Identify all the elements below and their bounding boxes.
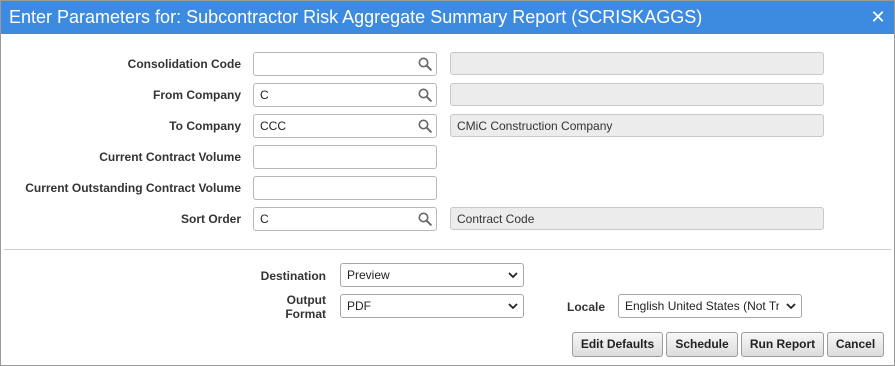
section-divider <box>4 249 891 250</box>
destination-select[interactable]: Preview <box>340 263 524 287</box>
current-outstanding-contract-volume-label: Current Outstanding Contract Volume <box>25 181 241 195</box>
destination-label: Destination <box>260 269 326 283</box>
to-company-label: To Company <box>169 119 241 133</box>
cancel-button[interactable]: Cancel <box>827 332 884 357</box>
current-contract-volume-field[interactable] <box>253 145 437 169</box>
schedule-button[interactable]: Schedule <box>666 332 738 357</box>
output-format-label-line2: Format <box>285 307 326 321</box>
from-company-input[interactable] <box>254 84 436 106</box>
sort-order-label: Sort Order <box>180 212 241 226</box>
current-contract-volume-label: Current Contract Volume <box>99 150 241 164</box>
parameters-dialog: Enter Parameters for: Subcontractor Risk… <box>0 0 895 366</box>
from-company-field[interactable] <box>253 83 437 107</box>
current-outstanding-contract-volume-input[interactable] <box>254 177 436 199</box>
destination-selected-value: Preview <box>347 268 390 282</box>
sort-order-description: Contract Code <box>450 207 824 230</box>
title-bar[interactable]: Enter Parameters for: Subcontractor Risk… <box>1 1 894 34</box>
run-report-button[interactable]: Run Report <box>741 332 824 357</box>
edit-defaults-button[interactable]: Edit Defaults <box>572 332 663 357</box>
consolidation-code-label: Consolidation Code <box>127 57 241 71</box>
from-company-label: From Company <box>152 88 241 102</box>
chevron-down-icon <box>508 272 518 279</box>
to-company-input[interactable] <box>254 115 436 137</box>
locale-label: Locale <box>566 300 605 314</box>
search-icon[interactable] <box>418 119 432 133</box>
consolidation-code-field[interactable] <box>253 52 437 76</box>
from-company-description <box>450 83 824 106</box>
close-icon[interactable]: ✕ <box>869 7 887 27</box>
consolidation-code-description <box>450 52 824 75</box>
locale-selected-value: English United States (Not Tr <box>625 299 779 313</box>
output-format-label: Output Format <box>86 293 326 321</box>
search-icon[interactable] <box>418 88 432 102</box>
search-icon[interactable] <box>418 212 432 226</box>
dialog-title: Enter Parameters for: Subcontractor Risk… <box>9 7 703 27</box>
output-format-label-line1: Output <box>286 293 326 307</box>
sort-order-field[interactable] <box>253 207 437 231</box>
locale-select[interactable]: English United States (Not Tr <box>618 294 802 318</box>
consolidation-code-input[interactable] <box>254 53 436 75</box>
to-company-description: CMiC Construction Company <box>450 114 824 137</box>
sort-order-input[interactable] <box>254 208 436 230</box>
current-contract-volume-input[interactable] <box>254 146 436 168</box>
chevron-down-icon <box>786 303 796 310</box>
to-company-field[interactable] <box>253 114 437 138</box>
search-icon[interactable] <box>418 57 432 71</box>
current-outstanding-contract-volume-field[interactable] <box>253 176 437 200</box>
